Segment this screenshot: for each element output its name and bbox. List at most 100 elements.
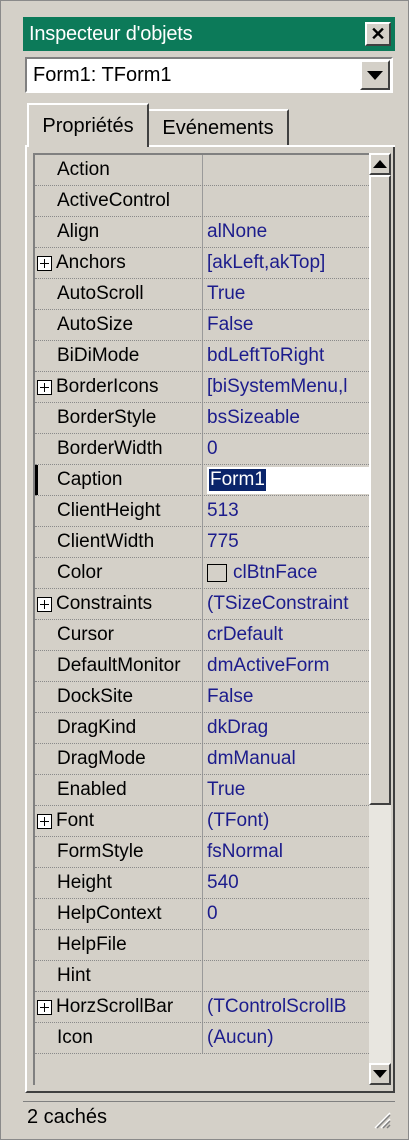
property-name-cell[interactable]: FormStyle	[35, 837, 203, 867]
property-name-cell[interactable]: BiDiMode	[35, 341, 203, 371]
property-name-cell[interactable]: BorderIcons	[35, 372, 203, 402]
property-value-cell[interactable]: fsNormal	[203, 837, 369, 867]
property-row[interactable]: ActiveControl	[35, 186, 369, 217]
tab-properties[interactable]: Propriétés	[27, 103, 149, 147]
property-name-cell[interactable]: Cursor	[35, 620, 203, 650]
vertical-scrollbar[interactable]	[369, 153, 391, 1085]
property-name-cell[interactable]: Enabled	[35, 775, 203, 805]
property-value-cell[interactable]: (TFont)	[203, 806, 369, 836]
property-name-cell[interactable]: Align	[35, 217, 203, 247]
property-value-cell[interactable]: [akLeft,akTop]	[203, 248, 369, 278]
property-value-cell[interactable]: (TSizeConstraint	[203, 589, 369, 619]
property-value-cell[interactable]: alNone	[203, 217, 369, 247]
property-row[interactable]: HelpContext 0	[35, 899, 369, 930]
property-name-cell[interactable]: HelpContext	[35, 899, 203, 929]
expand-plus-icon[interactable]	[37, 813, 52, 829]
property-name-cell[interactable]: Action	[35, 155, 203, 185]
property-row[interactable]: AutoSize False	[35, 310, 369, 341]
property-value-cell[interactable]: 775	[203, 527, 369, 557]
close-button[interactable]: ✕	[365, 22, 391, 46]
expand-plus-icon[interactable]	[37, 379, 52, 395]
property-row[interactable]: HelpFile	[35, 930, 369, 961]
property-row[interactable]: ClientHeight 513	[35, 496, 369, 527]
property-row[interactable]: Caption Form1	[35, 465, 369, 496]
property-name-cell[interactable]: Font	[35, 806, 203, 836]
expand-plus-icon[interactable]	[37, 596, 52, 612]
tab-events[interactable]: Evénements	[149, 109, 289, 145]
property-value-cell[interactable]: True	[203, 279, 369, 309]
property-value-cell[interactable]: 0	[203, 899, 369, 929]
property-value-cell[interactable]: (Aucun)	[203, 1023, 369, 1053]
property-row[interactable]: Align alNone	[35, 217, 369, 248]
scroll-down-button[interactable]	[369, 1063, 391, 1085]
property-name-cell[interactable]: DragMode	[35, 744, 203, 774]
property-name-cell[interactable]: Caption	[35, 465, 203, 495]
property-value-cell[interactable]: bsSizeable	[203, 403, 369, 433]
property-row[interactable]: BiDiMode bdLeftToRight	[35, 341, 369, 372]
property-row[interactable]: Hint	[35, 961, 369, 992]
property-value-cell[interactable]: Form1	[203, 465, 369, 495]
object-selector-dropdown-button[interactable]	[360, 60, 390, 90]
property-name-cell[interactable]: HelpFile	[35, 930, 203, 960]
property-row[interactable]: BorderIcons [biSystemMenu,l	[35, 372, 369, 403]
property-name-cell[interactable]: Anchors	[35, 248, 203, 278]
expand-plus-icon[interactable]	[37, 999, 52, 1015]
property-row[interactable]: DragMode dmManual	[35, 744, 369, 775]
property-value-cell[interactable]: dmActiveForm	[203, 651, 369, 681]
property-row[interactable]: FormStyle fsNormal	[35, 837, 369, 868]
property-row[interactable]: Enabled True	[35, 775, 369, 806]
scroll-thumb[interactable]	[369, 175, 391, 805]
property-row[interactable]: AutoScroll True	[35, 279, 369, 310]
property-name-cell[interactable]: ClientWidth	[35, 527, 203, 557]
property-row[interactable]: Font (TFont)	[35, 806, 369, 837]
property-row[interactable]: Action	[35, 155, 369, 186]
property-row[interactable]: ClientWidth 775	[35, 527, 369, 558]
property-value-cell[interactable]: [biSystemMenu,l	[203, 372, 369, 402]
property-value-cell[interactable]	[203, 961, 369, 991]
property-value-cell[interactable]: crDefault	[203, 620, 369, 650]
object-selector-combo[interactable]: Form1: TForm1	[25, 57, 393, 93]
property-value-cell[interactable]: clBtnFace	[203, 558, 369, 588]
property-row[interactable]: DragKind dkDrag	[35, 713, 369, 744]
property-value-cell[interactable]: 0	[203, 434, 369, 464]
property-value-cell[interactable]: True	[203, 775, 369, 805]
property-name-cell[interactable]: DefaultMonitor	[35, 651, 203, 681]
property-name-cell[interactable]: BorderStyle	[35, 403, 203, 433]
scroll-up-button[interactable]	[369, 153, 391, 175]
property-value-cell[interactable]	[203, 155, 369, 185]
property-name-cell[interactable]: BorderWidth	[35, 434, 203, 464]
property-value-cell[interactable]: False	[203, 310, 369, 340]
property-name-cell[interactable]: ClientHeight	[35, 496, 203, 526]
property-name-cell[interactable]: DockSite	[35, 682, 203, 712]
property-name-cell[interactable]: Height	[35, 868, 203, 898]
property-name-cell[interactable]: Constraints	[35, 589, 203, 619]
property-value-cell[interactable]	[203, 186, 369, 216]
property-row[interactable]: Cursor crDefault	[35, 620, 369, 651]
title-bar[interactable]: Inspecteur d'objets ✕	[23, 17, 395, 51]
property-value-cell[interactable]: bdLeftToRight	[203, 341, 369, 371]
property-value-cell[interactable]: dmManual	[203, 744, 369, 774]
property-row[interactable]: Icon (Aucun)	[35, 1023, 369, 1054]
property-row[interactable]: Anchors [akLeft,akTop]	[35, 248, 369, 279]
property-row[interactable]: BorderStyle bsSizeable	[35, 403, 369, 434]
property-name-cell[interactable]: Hint	[35, 961, 203, 991]
expand-plus-icon[interactable]	[37, 255, 52, 271]
property-row[interactable]: DockSite False	[35, 682, 369, 713]
property-name-cell[interactable]: HorzScrollBar	[35, 992, 203, 1022]
property-value-cell[interactable]: 540	[203, 868, 369, 898]
property-row[interactable]: Height 540	[35, 868, 369, 899]
property-name-cell[interactable]: DragKind	[35, 713, 203, 743]
property-value-editor[interactable]: Form1	[207, 466, 369, 494]
property-value-cell[interactable]: dkDrag	[203, 713, 369, 743]
property-value-cell[interactable]: (TControlScrollB	[203, 992, 369, 1022]
property-row[interactable]: BorderWidth 0	[35, 434, 369, 465]
property-name-cell[interactable]: AutoScroll	[35, 279, 203, 309]
property-row[interactable]: Constraints (TSizeConstraint	[35, 589, 369, 620]
property-value-cell[interactable]	[203, 930, 369, 960]
property-name-cell[interactable]: AutoSize	[35, 310, 203, 340]
property-row[interactable]: DefaultMonitor dmActiveForm	[35, 651, 369, 682]
property-name-cell[interactable]: Icon	[35, 1023, 203, 1053]
property-value-cell[interactable]: False	[203, 682, 369, 712]
property-value-cell[interactable]: 513	[203, 496, 369, 526]
property-name-cell[interactable]: ActiveControl	[35, 186, 203, 216]
